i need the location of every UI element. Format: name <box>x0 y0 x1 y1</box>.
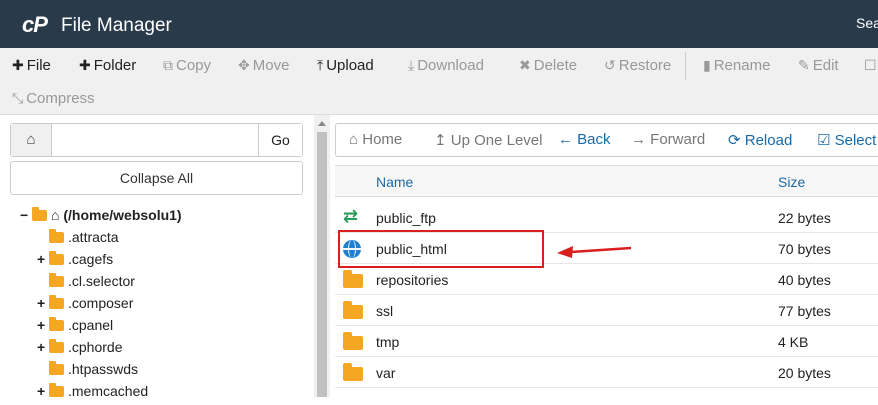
folder-icon <box>49 383 64 397</box>
home-nav-button[interactable]: ⌂ Home <box>349 131 402 148</box>
folder-icon <box>343 363 363 383</box>
cpanel-logo[interactable]: cP <box>22 12 48 38</box>
folder-icon <box>49 295 64 309</box>
table-row[interactable]: tmp 4 KB <box>335 326 878 357</box>
level-up-icon: ↥ <box>434 132 451 149</box>
tree-item[interactable]: .cl.selector <box>37 273 135 295</box>
move-icon: ✥ <box>238 57 250 73</box>
tree-item[interactable]: .htpasswds <box>37 361 138 383</box>
transfer-icon: ⇄ <box>343 206 359 226</box>
folder-icon <box>343 332 363 352</box>
scroll-up-arrow-icon[interactable] <box>318 121 326 126</box>
upload-icon: ⤒ <box>317 57 324 73</box>
home-icon: ⌂ <box>349 131 363 148</box>
select-all-button[interactable]: ☑ Select A <box>817 131 878 149</box>
collapse-all-button[interactable]: Collapse All <box>10 161 303 195</box>
reload-button[interactable]: ⟳ Reload <box>728 131 792 149</box>
table-row[interactable]: repositories 40 bytes <box>335 264 878 295</box>
download-icon: ⤓ <box>408 57 415 73</box>
collapse-toggle-icon[interactable]: − <box>20 207 32 223</box>
delete-button[interactable]: ✖ Delete <box>519 57 577 74</box>
copy-icon: ⧉ <box>163 57 173 73</box>
table-row[interactable]: ssl 77 bytes <box>335 295 878 326</box>
app-header: cP File Manager Sea <box>0 0 878 48</box>
download-button[interactable]: ⤓ Download <box>408 57 484 74</box>
table-row[interactable]: ⇄ public_ftp 22 bytes <box>335 202 878 233</box>
arrow-left-icon: ← <box>558 131 578 148</box>
compress-button[interactable]: ⤡ Compress <box>12 90 95 107</box>
html-editor-button[interactable]: ☐ <box>864 57 878 74</box>
scroll-thumb[interactable] <box>317 132 327 397</box>
path-input[interactable] <box>52 124 259 156</box>
tree-scrollbar[interactable] <box>314 115 330 397</box>
toolbar: ✚ File ✚ Folder ⧉ Copy ✥ Move ⤒ Upload ⤓ Downl… <box>0 48 878 115</box>
folder-open-icon <box>32 207 47 221</box>
home-icon: ⌂ <box>51 207 64 223</box>
page-title: File Manager <box>61 15 172 36</box>
expand-toggle-icon[interactable]: + <box>37 251 49 267</box>
column-header-name[interactable]: Name <box>376 174 413 190</box>
new-folder-button[interactable]: ✚ Folder <box>79 57 136 74</box>
toolbar-divider <box>685 52 686 80</box>
plus-icon: ✚ <box>12 57 24 73</box>
pencil-icon: ✎ <box>798 57 810 73</box>
checkbox-icon: ☑ <box>817 132 835 149</box>
table-header: Name Size <box>335 165 878 197</box>
path-bar: ⌂ Go <box>10 123 303 157</box>
search-link[interactable]: Sea <box>856 15 878 31</box>
expand-toggle-icon[interactable]: + <box>37 339 49 355</box>
new-file-button[interactable]: ✚ File <box>12 57 51 74</box>
copy-button[interactable]: ⧉ Copy <box>163 57 211 74</box>
move-button[interactable]: ✥ Move <box>238 57 289 74</box>
expand-toggle-icon[interactable]: + <box>37 317 49 333</box>
delete-icon: ✖ <box>519 57 531 73</box>
compress-icon: ⤡ <box>12 90 24 106</box>
go-button[interactable]: Go <box>258 124 302 156</box>
folder-icon <box>49 273 64 287</box>
restore-icon: ↺ <box>604 57 616 73</box>
expand-toggle-icon[interactable]: + <box>37 295 49 311</box>
folder-icon <box>343 301 363 321</box>
plus-icon: ✚ <box>79 57 91 73</box>
file-icon: ▮ <box>703 57 711 73</box>
home-icon[interactable]: ⌂ <box>11 124 52 156</box>
tree-item[interactable]: + .cphorde <box>37 339 122 361</box>
red-arrow-annotation-icon <box>557 246 632 258</box>
up-one-level-button[interactable]: ↥ Up One Level <box>434 131 542 149</box>
tree-item-root[interactable]: − ⌂ (/home/websolu1) <box>20 207 182 229</box>
edit-box-icon: ☐ <box>864 57 877 73</box>
forward-button[interactable]: → Forward <box>631 131 705 148</box>
column-header-size[interactable]: Size <box>778 174 805 190</box>
folder-icon <box>49 251 64 265</box>
folder-icon <box>49 229 64 243</box>
back-button[interactable]: ← Back <box>558 131 611 148</box>
edit-button[interactable]: ✎ Edit <box>798 57 839 74</box>
folder-icon <box>49 317 64 331</box>
upload-button[interactable]: ⤒ Upload <box>317 57 374 74</box>
tree-item[interactable]: + .cagefs <box>37 251 113 273</box>
folder-icon <box>49 339 64 353</box>
highlight-box <box>338 230 544 268</box>
folder-icon <box>49 361 64 375</box>
table-row[interactable]: var 20 bytes <box>335 357 878 388</box>
tree-item[interactable]: + .composer <box>37 295 133 317</box>
reload-icon: ⟳ <box>728 132 745 149</box>
folder-icon <box>343 270 363 290</box>
directory-tree-panel: ⌂ Go Collapse All − ⌂ (/home/websolu1) .a… <box>0 115 314 399</box>
arrow-right-icon: → <box>631 131 651 148</box>
tree-item[interactable]: + .memcached <box>37 383 148 405</box>
tree-item[interactable]: .attracta <box>37 229 119 251</box>
rename-button[interactable]: ▮ Rename <box>703 57 770 74</box>
tree-item[interactable]: + .cpanel <box>37 317 113 339</box>
restore-button[interactable]: ↺ Restore <box>604 57 671 74</box>
navigation-bar: ⌂ Home ↥ Up One Level ← Back → Forward ⟳… <box>335 123 878 157</box>
